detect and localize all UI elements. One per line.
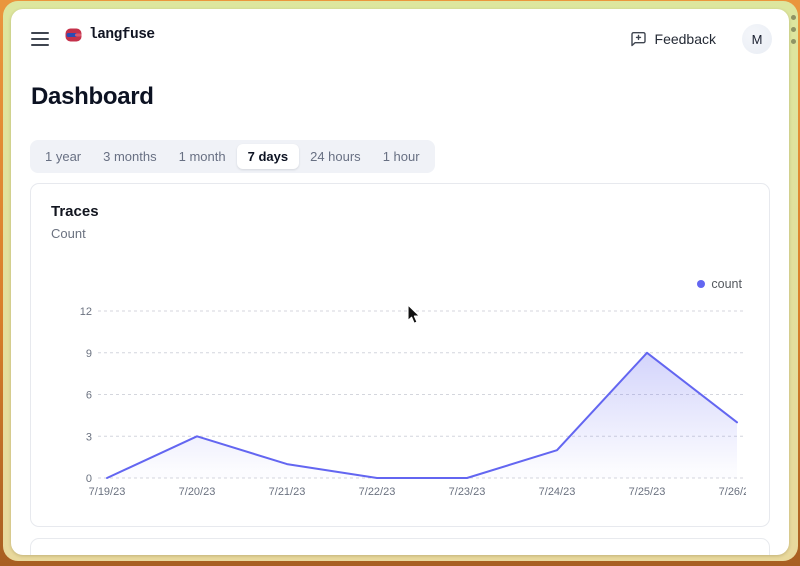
avatar-initial: M [752,32,763,47]
next-card-partial [30,538,770,555]
x-tick-label: 7/21/23 [269,486,306,498]
y-tick-label: 6 [86,390,92,402]
x-tick-label: 7/26/23 [719,486,746,498]
frame-dot [791,15,796,20]
tab-1-hour[interactable]: 1 hour [372,144,431,169]
x-tick-label: 7/19/23 [89,486,126,498]
card-title: Traces [51,203,99,220]
feedback-bubble-plus-icon [630,31,647,48]
tab-24-hours[interactable]: 24 hours [299,144,372,169]
feedback-button[interactable]: Feedback [630,24,716,54]
x-tick-label: 7/25/23 [629,486,666,498]
hamburger-icon [31,32,49,34]
card-subtitle: Count [51,226,86,241]
traces-chart-svg[interactable]: 0 3 6 9 12 7/19/23 7/20/23 7/21/23 7/22/23 7/23/2… [46,298,746,508]
legend-dot [697,280,705,288]
decorative-frame: langfuse Feedback M Dashboard 1 year3 mo… [0,0,800,566]
langfuse-logo-icon [65,28,82,42]
tab-1-year[interactable]: 1 year [34,144,92,169]
brand: langfuse [65,27,155,43]
legend-label: count [711,277,742,291]
traces-card: Traces Count count 0 3 6 9 12 7/19/23 7/20/23 7… [30,183,770,527]
brand-name: langfuse [89,27,155,43]
user-avatar[interactable]: M [742,24,772,54]
x-tick-label: 7/20/23 [179,486,216,498]
x-tick-label: 7/23/23 [449,486,486,498]
app-window: langfuse Feedback M Dashboard 1 year3 mo… [11,9,789,555]
time-range-tabs: 1 year3 months1 month7 days24 hours1 hou… [30,140,435,173]
tab-1-month[interactable]: 1 month [168,144,237,169]
y-tick-label: 12 [80,306,92,318]
feedback-label: Feedback [655,31,716,47]
x-tick-label: 7/24/23 [539,486,576,498]
y-tick-label: 0 [86,473,92,485]
tab-3-months[interactable]: 3 months [92,144,167,169]
frame-dot [791,27,796,32]
menu-button[interactable] [30,27,54,47]
frame-dot [791,39,796,44]
area-fill [107,353,737,478]
chart-legend: count [697,277,742,291]
x-tick-label: 7/22/23 [359,486,396,498]
traces-chart[interactable]: 0 3 6 9 12 7/19/23 7/20/23 7/21/23 7/22/23 7/23/2… [46,298,746,508]
page-title: Dashboard [31,83,154,111]
y-tick-label: 3 [86,431,92,443]
tab-7-days[interactable]: 7 days [237,144,299,169]
y-tick-label: 9 [86,348,92,360]
